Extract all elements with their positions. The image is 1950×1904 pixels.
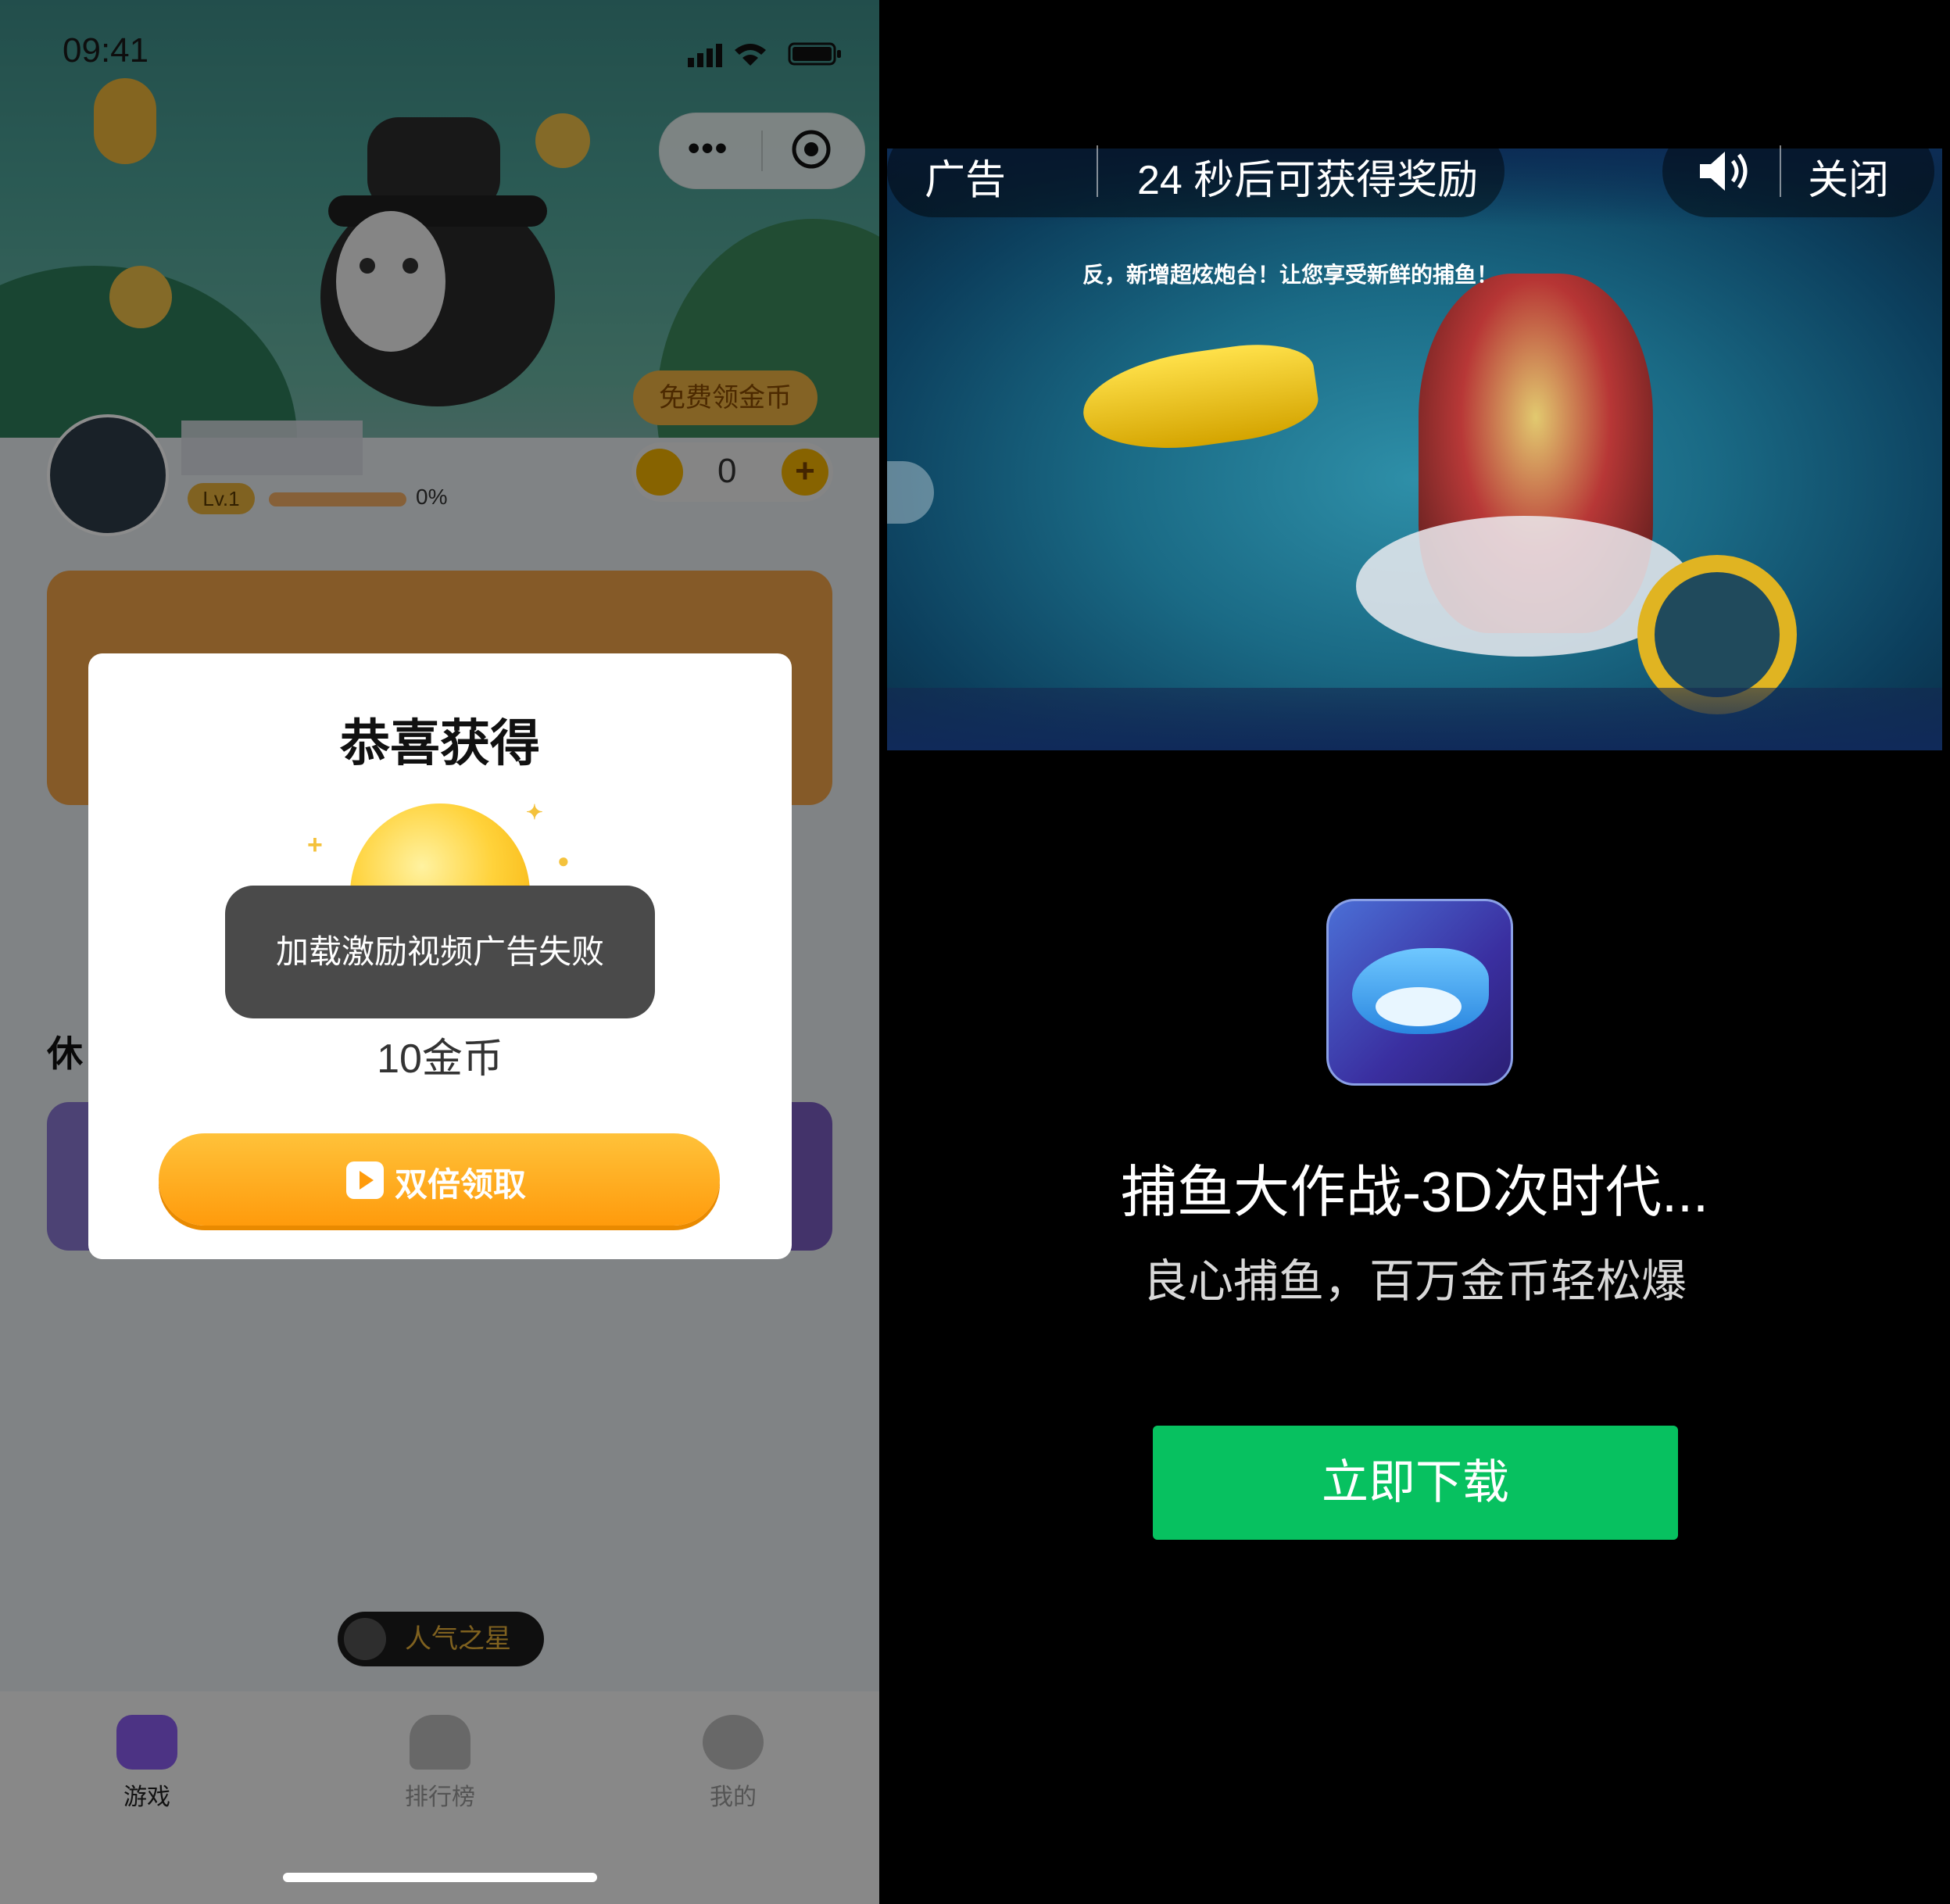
download-button[interactable]: 立即下载 bbox=[1153, 1426, 1678, 1540]
ad-control-pill: 关闭 bbox=[1662, 125, 1934, 217]
double-claim-button[interactable]: 双倍领取 bbox=[159, 1133, 720, 1226]
double-claim-label: 双倍领取 bbox=[395, 1166, 527, 1203]
video-play-icon bbox=[346, 1161, 384, 1199]
control-divider bbox=[1780, 145, 1781, 197]
golden-fish bbox=[1077, 335, 1322, 462]
home-indicator bbox=[283, 1873, 597, 1882]
shark-belly bbox=[1376, 987, 1462, 1026]
ad-label: 广告 bbox=[925, 158, 1007, 203]
sparkle-icon: + bbox=[307, 830, 323, 860]
mini-program-screen: 09:41 ••• Lv.1 0% 免费领金币 0 + 休 人气之星 游戏 排行… bbox=[0, 0, 879, 1904]
game-bottom-bar bbox=[887, 688, 1942, 750]
app-name: 捕鱼大作战-3D次时代... bbox=[1120, 1161, 1709, 1224]
ad-countdown-pill: 广告 24 秒后可获得奖励 bbox=[887, 125, 1505, 217]
reward-amount: 10金币 bbox=[377, 1036, 503, 1082]
error-toast: 加载激励视频广告失败 bbox=[225, 886, 655, 1018]
close-ad-button[interactable]: 关闭 bbox=[1808, 147, 1889, 206]
speaker-icon[interactable] bbox=[1694, 145, 1756, 197]
sparkle-icon: ✦ bbox=[526, 800, 543, 824]
modal-title: 恭喜获得 bbox=[340, 715, 540, 771]
app-icon[interactable] bbox=[1326, 899, 1513, 1086]
ad-divider bbox=[1097, 145, 1098, 197]
ad-video[interactable]: 反，新增超炫炮台！让您享受新鲜的捕鱼！ bbox=[887, 149, 1942, 750]
video-arrow-icon bbox=[887, 461, 934, 524]
app-description: 良心捕鱼，百万金币轻松爆 bbox=[1142, 1256, 1687, 1307]
game-banner-text: 反，新增超炫炮台！让您享受新鲜的捕鱼！ bbox=[1082, 263, 1499, 287]
ad-countdown: 24 秒后可获得奖励 bbox=[1137, 158, 1479, 203]
sparkle-icon: ● bbox=[557, 849, 570, 872]
